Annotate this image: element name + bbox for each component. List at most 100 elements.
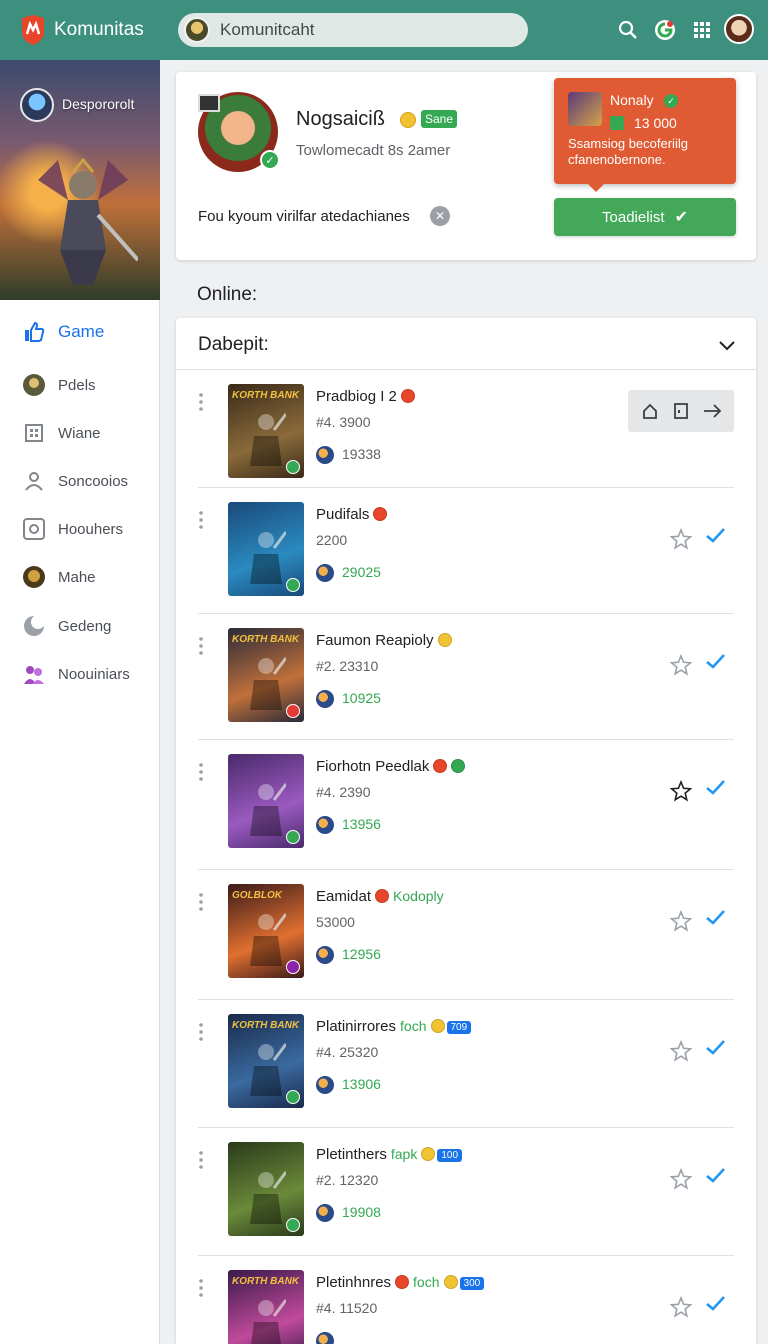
hero-username[interactable]: Despororolt (62, 96, 134, 112)
game-id: 2200 (316, 532, 348, 548)
character-illustration (250, 1171, 286, 1224)
avatar-icon (22, 565, 46, 589)
star-icon[interactable] (670, 780, 692, 802)
game-title[interactable]: Faumon Reapioly (316, 632, 452, 649)
list-header[interactable]: Dabepit: (176, 318, 756, 370)
coin-icon (400, 112, 416, 128)
list-item[interactable]: Pudifals 2200 29025 (176, 488, 756, 614)
check-icon[interactable] (704, 650, 726, 672)
star-icon[interactable] (670, 1040, 692, 1062)
sidebar-item-label: Pdels (58, 376, 96, 394)
sidebar-item-mahe[interactable]: Mahe (0, 555, 160, 599)
sidebar-item-hoouhers[interactable]: Hoouhers (0, 507, 160, 551)
game-stat: 13906 (342, 1076, 381, 1092)
check-icon[interactable] (704, 1164, 726, 1186)
game-thumbnail[interactable]: KORTH BANK (228, 628, 304, 722)
chat-icon (610, 116, 624, 130)
drag-handle-icon[interactable] (198, 392, 204, 412)
game-title[interactable]: Fiorhotn Peedlak (316, 758, 466, 775)
chevron-down-icon[interactable] (716, 334, 738, 356)
character-illustration (250, 413, 286, 466)
list-item[interactable]: Fiorhotn Peedlak #4. 2390 13956 (176, 740, 756, 870)
arrow-right-icon[interactable] (702, 401, 722, 421)
list-item[interactable]: KORTH BANK Pradbiog I 2 #4. 3900 19338 (176, 372, 756, 488)
flame-icon (373, 507, 388, 521)
game-thumbnail[interactable] (228, 502, 304, 596)
star-icon[interactable] (670, 528, 692, 550)
game-subtag: foch (413, 1274, 440, 1290)
dismiss-close-icon[interactable]: ✕ (430, 206, 450, 226)
check-icon[interactable] (704, 776, 726, 798)
list-item[interactable]: KORTH BANK Faumon Reapioly #2. 23310 10925 (176, 614, 756, 740)
game-thumbnail[interactable]: KORTH BANK (228, 1014, 304, 1108)
star-icon[interactable] (670, 654, 692, 676)
primary-action-button[interactable]: Toadielist ✔ (554, 198, 736, 236)
drag-handle-icon[interactable] (198, 1150, 204, 1170)
drag-handle-icon[interactable] (198, 1278, 204, 1298)
sidebar-item-gedeng[interactable]: Gedeng (0, 604, 160, 648)
character-illustration (250, 531, 286, 584)
game-title[interactable]: Eamidat Kodoply (316, 888, 444, 905)
thumbnail-label: KORTH BANK (232, 390, 300, 401)
app-logo-icon[interactable] (18, 14, 48, 46)
list-item[interactable]: KORTH BANK Platinirrores foch 709 #4. 25320 1… (176, 1000, 756, 1128)
search-input[interactable] (220, 20, 510, 40)
game-thumbnail[interactable] (228, 1142, 304, 1236)
apps-grid-icon[interactable] (690, 18, 714, 42)
game-title-text: Pudifals (316, 506, 370, 523)
search-avatar (184, 17, 210, 43)
list-item[interactable]: GOLBLOK Eamidat Kodoply 53000 12956 (176, 870, 756, 1000)
star-icon[interactable] (670, 910, 692, 932)
check-icon[interactable] (704, 1036, 726, 1058)
drag-handle-icon[interactable] (198, 510, 204, 530)
game-title[interactable]: Pletinhnres foch 300 (316, 1274, 485, 1291)
game-id: 53000 (316, 914, 355, 930)
player-avatar-icon (316, 564, 334, 582)
game-thumbnail[interactable]: KORTH BANK (228, 384, 304, 478)
check-icon[interactable] (704, 1292, 726, 1314)
drag-handle-icon[interactable] (198, 636, 204, 656)
home-icon[interactable] (640, 401, 660, 421)
game-thumbnail[interactable]: KORTH BANK (228, 1270, 304, 1344)
game-thumbnail[interactable] (228, 754, 304, 848)
flame-icon (395, 1275, 410, 1289)
row-action-box (628, 390, 734, 432)
check-icon[interactable] (704, 524, 726, 546)
star-icon[interactable] (670, 1168, 692, 1190)
drag-handle-icon[interactable] (198, 1022, 204, 1042)
app-title[interactable]: Komunitas (54, 19, 144, 41)
sidebar-item-pdels[interactable]: Pdels (0, 363, 160, 407)
hero-avatar[interactable] (20, 88, 54, 122)
list-item[interactable]: Pletinthers fapk 100 #2. 12320 19908 (176, 1128, 756, 1256)
game-title[interactable]: Platinirrores foch 709 (316, 1018, 472, 1035)
google-icon[interactable] (653, 18, 677, 42)
sidebar-item-game[interactable]: Game (0, 310, 160, 354)
drag-handle-icon[interactable] (198, 892, 204, 912)
notification-popover[interactable]: Nonaly ✓ 13 000 Ssamsiog becoferiilg cfa… (554, 78, 736, 192)
game-subtag: fapk (390, 1146, 418, 1162)
sidebar-item-label: Noouiniars (58, 665, 130, 683)
sidebar-item-wiane[interactable]: Wiane (0, 411, 160, 455)
badge-icon (22, 517, 46, 541)
player-avatar-icon (316, 1204, 334, 1222)
account-avatar[interactable] (724, 14, 754, 44)
verified-check-icon: ✓ (260, 150, 280, 170)
game-title[interactable]: Pradbiog I 2 (316, 388, 415, 405)
star-icon[interactable] (670, 1296, 692, 1318)
sidebar-item-soncooios[interactable]: Soncooios (0, 459, 160, 503)
sidebar-item-noouiniars[interactable]: Noouiniars (0, 652, 160, 696)
game-thumbnail[interactable]: GOLBLOK (228, 884, 304, 978)
status-dot-icon (286, 1218, 300, 1232)
search-bar[interactable] (178, 13, 528, 47)
list-item[interactable]: KORTH BANK Pletinhnres foch 300 #4. 11520 (176, 1256, 756, 1344)
bookmark-icon[interactable] (671, 401, 691, 421)
sidebar-item-label: Game (58, 322, 105, 341)
thumbs-up-icon (22, 320, 46, 344)
search-icon[interactable] (616, 18, 640, 42)
check-icon[interactable] (704, 906, 726, 928)
section-title: Online: (197, 284, 258, 305)
game-title[interactable]: Pudifals (316, 506, 388, 523)
drag-handle-icon[interactable] (198, 762, 204, 782)
game-title[interactable]: Pletinthers fapk 100 (316, 1146, 463, 1163)
profile-message: Fou kyoum virilfar atedachianes (198, 208, 410, 225)
